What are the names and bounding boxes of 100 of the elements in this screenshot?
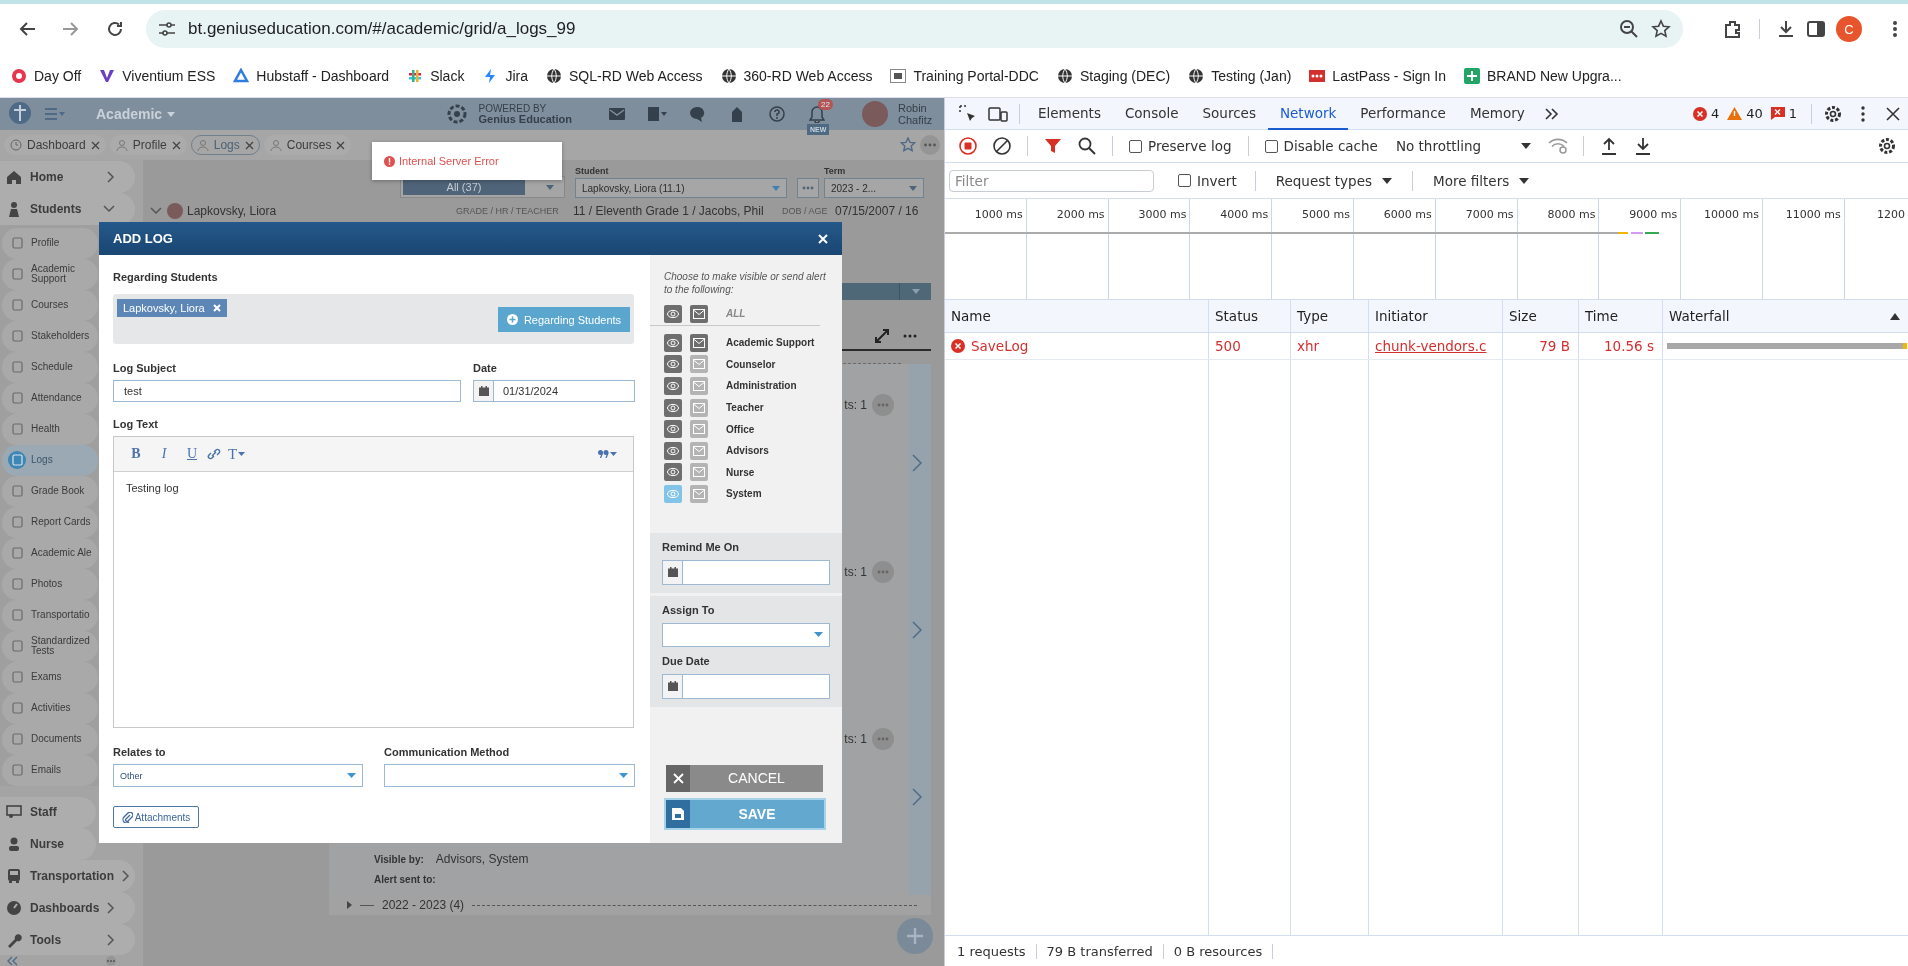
visibility-toggle[interactable] — [664, 463, 682, 482]
more-button[interactable] — [872, 728, 894, 750]
sidebar-subitem[interactable]: Report Cards — [2, 506, 98, 538]
visibility-toggle[interactable] — [664, 441, 682, 460]
year-group-title[interactable]: 2022 - 2023 (4) — [382, 898, 465, 912]
text-style-button[interactable]: T — [222, 445, 246, 463]
column-header[interactable]: Status — [1215, 308, 1259, 324]
sidebar-item[interactable]: Tools — [0, 923, 135, 956]
column-header[interactable]: Name — [951, 308, 991, 324]
profile-avatar[interactable]: C — [1836, 16, 1862, 42]
remove-button[interactable] — [212, 304, 221, 312]
visibility-toggle[interactable] — [664, 304, 682, 323]
save-button[interactable]: SAVE — [664, 797, 826, 830]
bookmark[interactable]: Viventium ESS — [90, 63, 225, 88]
sidebar-subitem[interactable]: Stakeholders — [2, 320, 98, 352]
sidebar-subitem[interactable]: Academic Ale — [2, 537, 98, 569]
due-date-input[interactable] — [662, 673, 830, 699]
visibility-toggle[interactable] — [664, 420, 682, 439]
devtools-tab[interactable]: Sources — [1190, 97, 1268, 130]
sidebar-item[interactable]: Staff — [0, 796, 96, 829]
visibility-toggle[interactable] — [664, 377, 682, 395]
column-header[interactable]: Size — [1509, 308, 1537, 324]
page-tab[interactable]: Dashboard — [4, 135, 106, 155]
remind-date-input[interactable] — [662, 559, 830, 585]
visibility-toggle[interactable] — [664, 484, 682, 503]
devtools-tab[interactable]: Elements — [1026, 97, 1113, 130]
alert-toggle[interactable] — [690, 441, 708, 460]
column-header[interactable]: Waterfall — [1669, 308, 1730, 324]
sidebar-subitem[interactable]: Emails — [2, 754, 98, 786]
bookmark[interactable]: Hubstaff - Dashboard — [224, 63, 399, 88]
mail-icon[interactable] — [609, 108, 625, 120]
issue-count[interactable]: 1 — [1770, 106, 1797, 121]
bookmark[interactable]: Day Off — [2, 63, 91, 88]
checkbox[interactable]: Disable cache — [1258, 138, 1384, 154]
alert-toggle[interactable] — [690, 420, 708, 439]
filter-input[interactable]: Filter — [949, 169, 1154, 192]
sidebar-subitem[interactable]: Activities — [2, 692, 98, 724]
visibility-toggle[interactable] — [664, 355, 682, 374]
initiator-link[interactable]: chunk-vendors.c — [1375, 338, 1487, 354]
alert-toggle[interactable] — [690, 463, 708, 482]
download-icon[interactable] — [1776, 19, 1796, 39]
bookmark[interactable]: 360-RD Web Access — [711, 63, 882, 88]
sidebar-item[interactable]: Nurse — [0, 828, 96, 861]
more-icon[interactable] — [920, 135, 940, 155]
more-button[interactable] — [872, 561, 894, 583]
term-dropdown[interactable]: 2023 - 2... — [824, 178, 924, 198]
more-icon[interactable] — [903, 333, 917, 338]
devtools-tab[interactable]: Console — [1112, 97, 1191, 130]
bookmark[interactable]: Testing (Jan) — [1179, 63, 1301, 88]
collapse-icon[interactable] — [6, 955, 18, 966]
site-settings-icon[interactable] — [158, 21, 176, 37]
relates-dropdown[interactable]: Other — [113, 764, 363, 787]
sidebar-subitem[interactable]: Health — [2, 413, 98, 445]
text-editor[interactable]: B I U T Testing log — [113, 436, 634, 728]
format-button[interactable]: B — [122, 441, 150, 467]
alert-toggle[interactable] — [690, 398, 708, 417]
sidebar-subitem[interactable]: Transportatio — [2, 599, 98, 631]
bookmark[interactable]: SQL-RD Web Access — [536, 63, 712, 88]
add-student-button[interactable]: Regarding Students — [498, 307, 630, 332]
sidebar-item[interactable]: Transportation — [0, 860, 135, 892]
format-button[interactable]: I — [150, 441, 178, 467]
sidebar-subitem[interactable]: Documents — [2, 723, 98, 755]
visibility-toggle[interactable] — [664, 398, 682, 417]
side-panel-icon[interactable] — [1806, 19, 1826, 39]
expand-arrow-icon[interactable] — [347, 901, 352, 909]
throttling-dropdown[interactable]: No throttling — [1387, 138, 1540, 154]
bookmark[interactable]: Slack — [398, 63, 474, 88]
bookmark[interactable]: Staging (DEC) — [1047, 63, 1180, 88]
alert-toggle[interactable] — [690, 377, 708, 395]
alert-toggle[interactable] — [690, 355, 708, 374]
close-icon[interactable] — [90, 140, 100, 150]
close-icon[interactable] — [336, 140, 346, 150]
alert-toggle[interactable] — [690, 333, 708, 352]
column-header[interactable]: Time — [1585, 308, 1619, 324]
error-count[interactable]: 4 — [1692, 106, 1720, 121]
sidebar-subitem[interactable]: Courses — [2, 289, 98, 321]
close-icon[interactable] — [244, 140, 254, 150]
visibility-toggle[interactable] — [664, 333, 682, 352]
close-icon[interactable] — [171, 140, 181, 150]
sidebar-subitem[interactable]: Grade Book — [2, 475, 98, 507]
sidebar-item[interactable]: Home — [0, 161, 135, 193]
format-button[interactable]: U — [178, 441, 206, 467]
cancel-button[interactable]: CANCEL — [666, 764, 823, 792]
sidebar-subitem[interactable]: Attendance — [2, 382, 98, 414]
request-name[interactable]: SaveLog — [971, 338, 1029, 354]
bell-icon[interactable] — [809, 105, 825, 123]
sidebar-subitem[interactable]: Exams — [2, 661, 98, 693]
checkbox[interactable]: Invert — [1172, 172, 1243, 189]
more-filters-dropdown[interactable]: More filters — [1425, 172, 1538, 189]
sidebar-subitem[interactable]: Schedule — [2, 351, 98, 383]
address-bar[interactable]: bt.geniuseducation.com/#/academic/grid/a_logs_99 — [146, 10, 1683, 48]
building-icon[interactable] — [730, 106, 744, 122]
close-button[interactable] — [818, 233, 828, 244]
alert-toggle[interactable] — [690, 484, 708, 503]
sidebar-subitem[interactable]: Profile — [2, 227, 98, 259]
column-header[interactable]: Initiator — [1375, 308, 1428, 324]
subject-input[interactable]: test — [113, 380, 461, 402]
sidebar-item[interactable]: Dashboards — [0, 891, 135, 924]
help-icon[interactable] — [769, 106, 785, 122]
attachments-button[interactable]: Attachments — [113, 806, 199, 828]
